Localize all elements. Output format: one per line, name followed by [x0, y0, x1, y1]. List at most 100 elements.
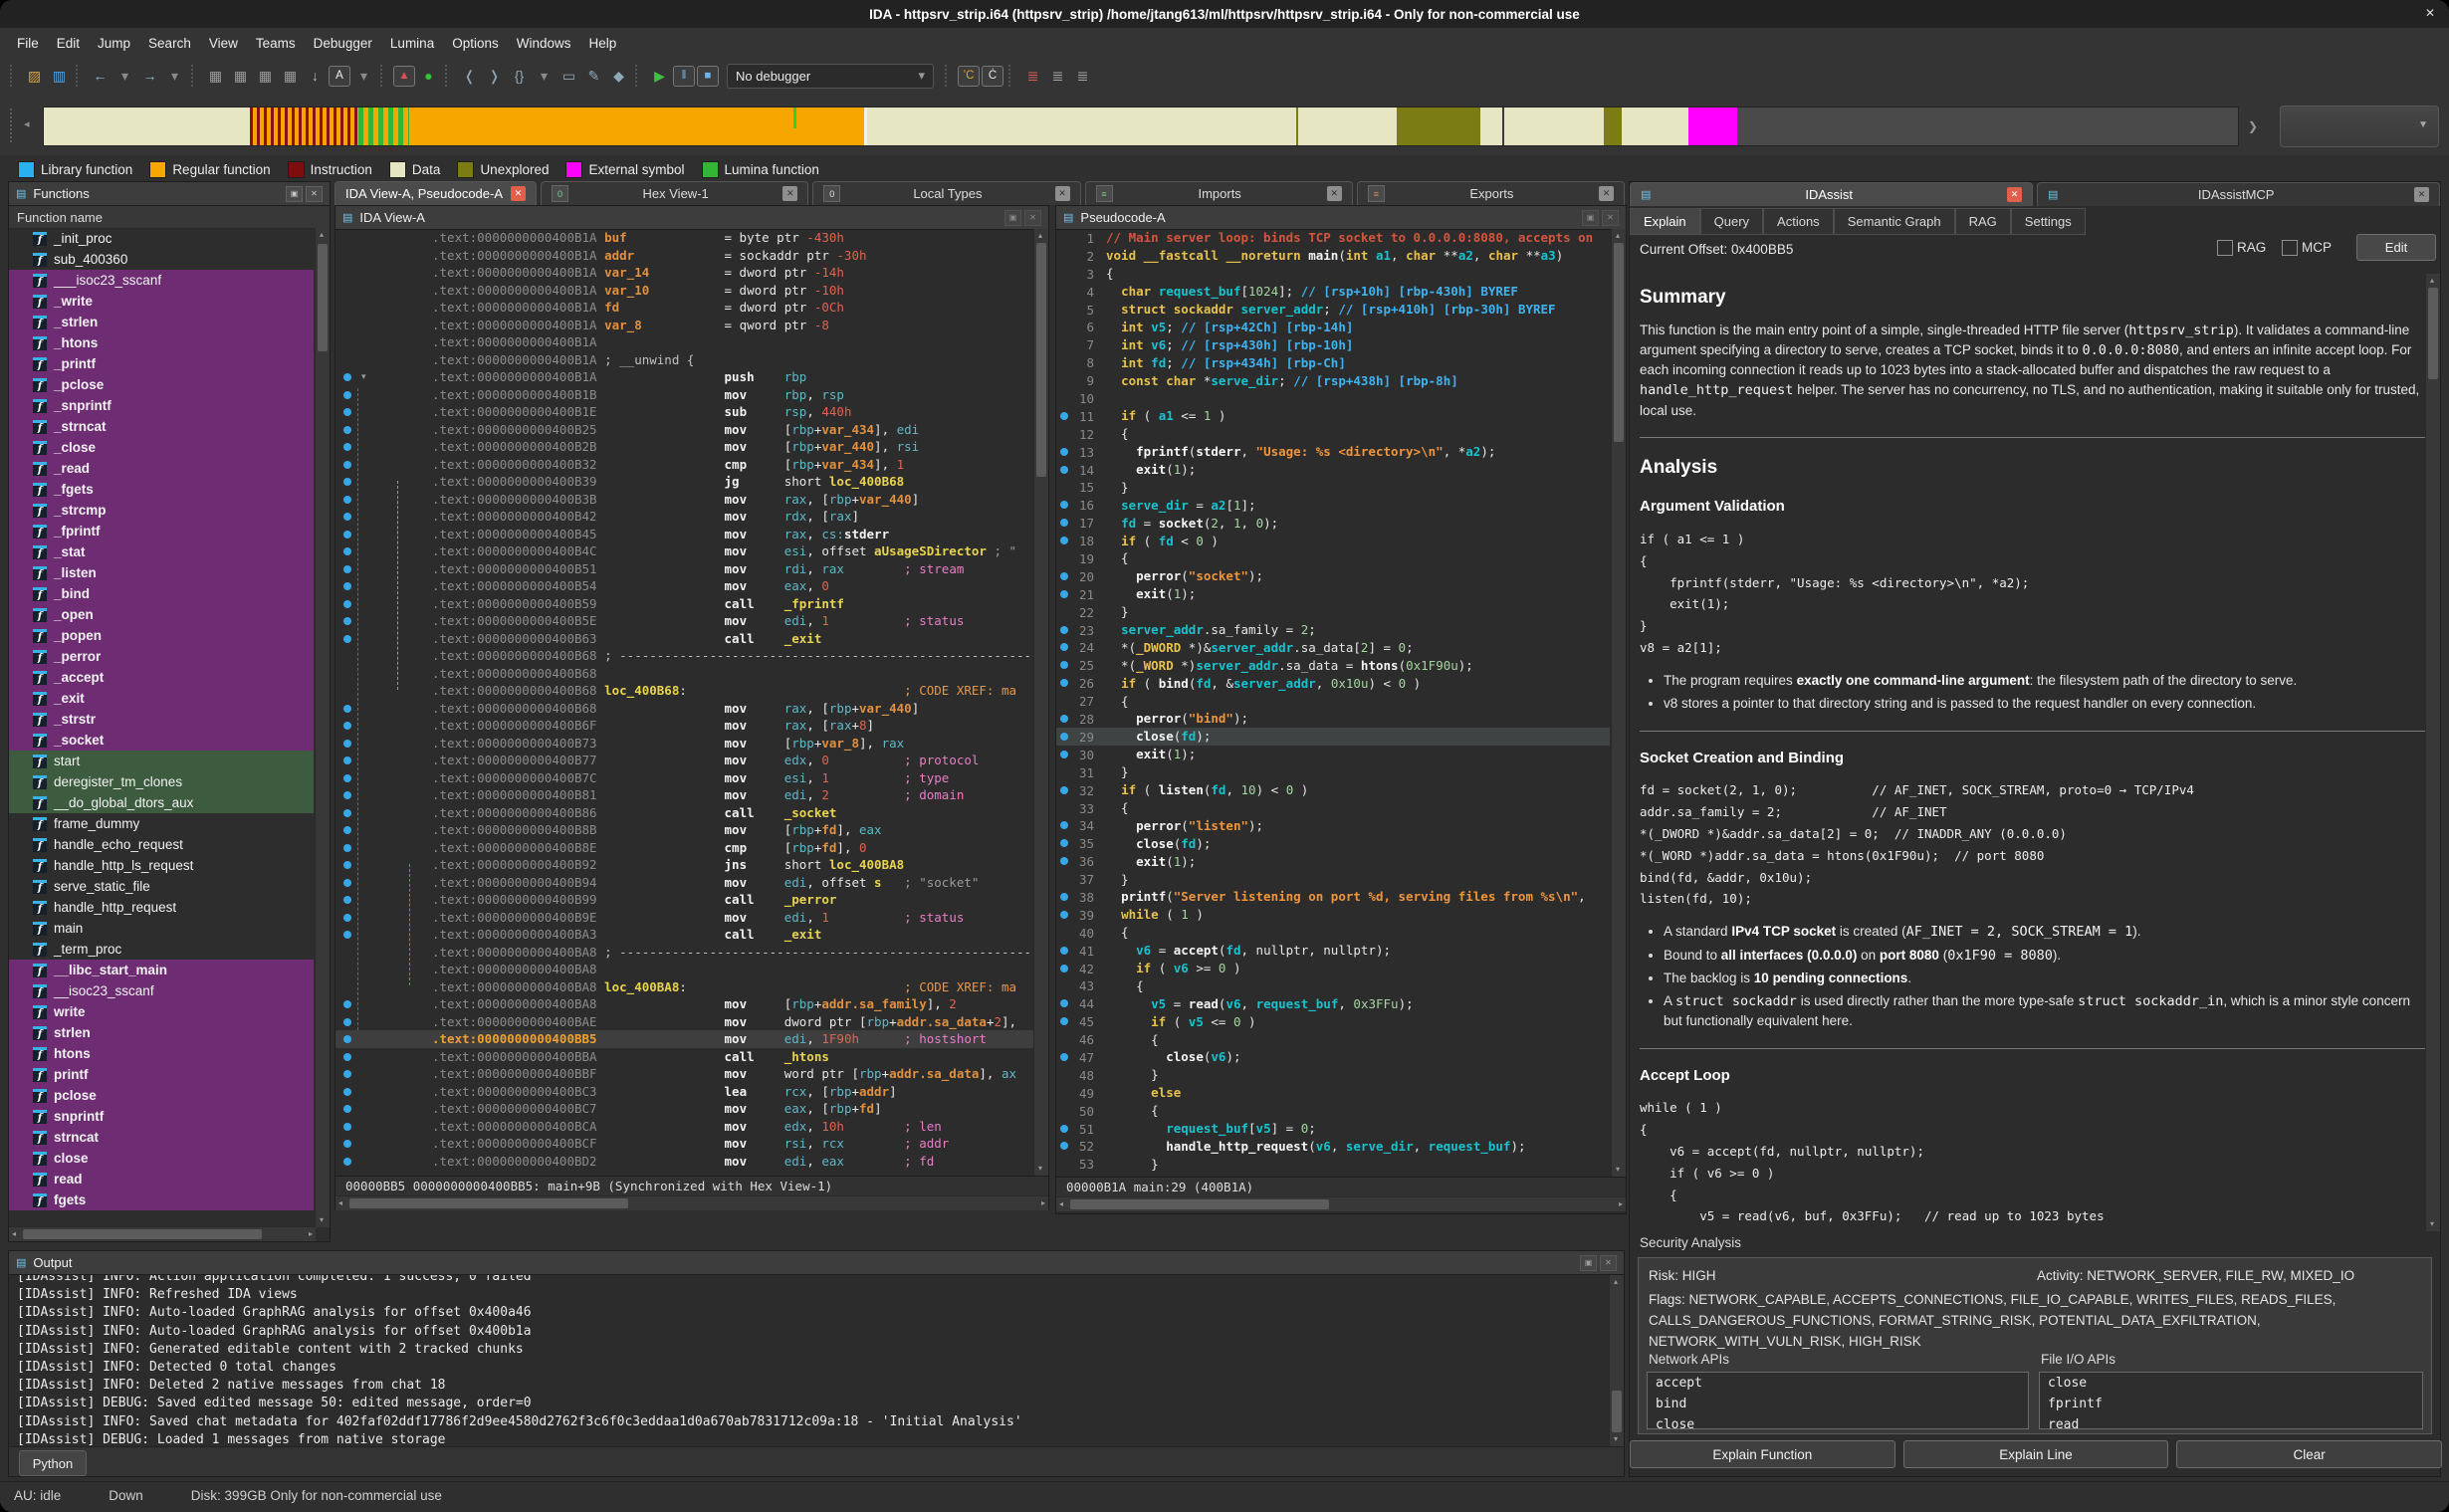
function-item[interactable]: f_strcmp	[9, 500, 314, 521]
api-list-item[interactable]: bind	[1648, 1394, 2028, 1414]
tab-exports[interactable]: ≡Exports✕	[1357, 181, 1625, 205]
subtab-semantic-graph[interactable]: Semantic Graph	[1834, 208, 1955, 235]
pseudocode-line[interactable]: 45 if ( v5 <= 0 )	[1056, 1012, 1610, 1030]
breakpoint-dot-icon[interactable]	[1060, 857, 1068, 865]
disasm-line[interactable]: .text:0000000000400B81 mov edi, 2 ; doma…	[335, 786, 1034, 804]
breakpoint-dot-icon[interactable]	[343, 774, 351, 782]
breakpoint-dot-icon[interactable]	[1060, 965, 1068, 972]
disasm-line[interactable]: .text:0000000000400B4C mov esi, offset a…	[335, 542, 1034, 560]
menu-jump[interactable]: Jump	[89, 32, 139, 55]
navigation-band[interactable]	[43, 107, 2239, 146]
breakpoint-dot-icon[interactable]	[1060, 643, 1068, 651]
api-list-item[interactable]: fprintf	[2040, 1394, 2422, 1414]
pseudocode-line[interactable]: 41 v6 = accept(fd, nullptr, nullptr);	[1056, 942, 1610, 960]
disasm-line[interactable]: .text:0000000000400BCA mov edx, 10h ; le…	[335, 1118, 1034, 1136]
lumina-icon[interactable]: ●	[417, 65, 440, 88]
breakpoint-dot-icon[interactable]	[1060, 466, 1068, 474]
disasm-line[interactable]: .text:0000000000400B1A var_10 = dword pt…	[335, 282, 1034, 300]
breakpoint-icon[interactable]: ▲	[393, 66, 415, 87]
pseudocode-line[interactable]: 3{	[1056, 265, 1610, 283]
disasm-line[interactable]: .text:0000000000400B45 mov rax, cs:stder…	[335, 526, 1034, 543]
disasm-line[interactable]: .text:0000000000400B86 call _socket	[335, 804, 1034, 822]
menu-file[interactable]: File	[8, 32, 48, 55]
breakpoint-dot-icon[interactable]	[343, 496, 351, 504]
function-item[interactable]: fhandle_http_request	[9, 897, 314, 918]
function-item[interactable]: f_init_proc	[9, 228, 314, 249]
disasm-line[interactable]: .text:0000000000400BAE mov dword ptr [rb…	[335, 1013, 1034, 1031]
breakpoint-dot-icon[interactable]	[1060, 661, 1068, 669]
pseudocode-line[interactable]: 46 {	[1056, 1030, 1610, 1048]
pseudocode-line[interactable]: 19 {	[1056, 549, 1610, 567]
breakpoint-dot-icon[interactable]	[343, 531, 351, 539]
function-item[interactable]: f__do_global_dtors_aux	[9, 792, 314, 813]
pseudocode-line[interactable]: 20 perror("socket");	[1056, 567, 1610, 585]
restore-icon[interactable]: ▣	[1004, 210, 1021, 226]
disasm-line[interactable]: .text:0000000000400B92 jns short loc_400…	[335, 856, 1034, 874]
pseudocode-line[interactable]: 13 fprintf(stderr, "Usage: %s <directory…	[1056, 443, 1610, 461]
network-apis-list[interactable]: acceptbindclose	[1647, 1372, 2029, 1429]
restore-icon[interactable]: ▣	[1582, 210, 1599, 226]
menu-options[interactable]: Options	[443, 32, 508, 55]
tab-close-icon[interactable]: ✕	[1599, 186, 1614, 201]
pseudocode-line[interactable]: 10	[1056, 389, 1610, 407]
breakpoint-dot-icon[interactable]	[343, 861, 351, 869]
pseudocode-line[interactable]: 44 v5 = read(v6, request_buf, 0x3FFu);	[1056, 994, 1610, 1012]
disasm-vertical-scrollbar[interactable]: ▴ ▾	[1033, 229, 1048, 1176]
api-list-item[interactable]: accept	[1648, 1373, 2028, 1394]
tab-close-icon[interactable]: ✕	[2414, 187, 2429, 202]
disasm-line[interactable]: .text:0000000000400BCF mov rsi, rcx ; ad…	[335, 1135, 1034, 1153]
breakpoint-dot-icon[interactable]	[343, 565, 351, 573]
function-item[interactable]: f__isoc23_sscanf	[9, 980, 314, 1001]
forward-menu-icon[interactable]: ▾	[163, 65, 186, 88]
function-item[interactable]: fsub_400360	[9, 249, 314, 270]
function-item[interactable]: f_bind	[9, 583, 314, 604]
breakpoint-dot-icon[interactable]	[1060, 590, 1068, 598]
menu-windows[interactable]: Windows	[508, 32, 580, 55]
disasm-line[interactable]: .text:0000000000400B59 call _fprintf	[335, 595, 1034, 613]
pseudocode-line[interactable]: 26 if ( bind(fd, &server_addr, 0x10u) < …	[1056, 674, 1610, 692]
breakpoint-dot-icon[interactable]	[343, 461, 351, 469]
pseudocode-line[interactable]: 5 struct sockaddr server_addr; // [rsp+4…	[1056, 301, 1610, 319]
disasm-line[interactable]: .text:0000000000400B54 mov eax, 0	[335, 577, 1034, 595]
pseudocode-line[interactable]: 53 }	[1056, 1155, 1610, 1173]
function-item[interactable]: f_perror	[9, 646, 314, 667]
disasm-line[interactable]: .text:0000000000400B77 mov edx, 0 ; prot…	[335, 752, 1034, 769]
function-item[interactable]: fpclose	[9, 1085, 314, 1106]
pseudocode-line[interactable]: 32 if ( listen(fd, 10) < 0 )	[1056, 781, 1610, 799]
function-item[interactable]: fstrlen	[9, 1022, 314, 1043]
restore-icon[interactable]: ▣	[286, 186, 303, 202]
disasm-line[interactable]: .text:0000000000400B1E sub rsp, 440h	[335, 403, 1034, 421]
function-item[interactable]: fclose	[9, 1148, 314, 1169]
breakpoint-dot-icon[interactable]	[343, 408, 351, 416]
breakpoint-dot-icon[interactable]	[1060, 715, 1068, 723]
function-item[interactable]: ffgets	[9, 1189, 314, 1210]
disasm-line[interactable]: .text:0000000000400B1A buf = byte ptr -4…	[335, 229, 1034, 247]
nav-drag-handle-icon[interactable]	[10, 108, 15, 142]
breakpoint-dot-icon[interactable]	[1060, 679, 1068, 687]
api-list-item[interactable]: close	[2040, 1373, 2422, 1394]
function-item[interactable]: f__libc_start_main	[9, 960, 314, 980]
breakpoint-dot-icon[interactable]	[1060, 412, 1068, 420]
text-a-menu-icon[interactable]: ▾	[352, 65, 375, 88]
function-item[interactable]: fwrite	[9, 1001, 314, 1022]
subtab-settings[interactable]: Settings	[2011, 208, 2086, 235]
quick-c-icon[interactable]: ʼC	[958, 66, 980, 87]
function-item[interactable]: f_htons	[9, 332, 314, 353]
disasm-line[interactable]: .text:0000000000400B25 mov [rbp+var_434]…	[335, 421, 1034, 439]
function-name-column-header[interactable]: Function name	[9, 206, 330, 229]
pseudocode-line[interactable]: 30 exit(1);	[1056, 746, 1610, 763]
sig-icon[interactable]: ▦	[254, 65, 277, 88]
breakpoint-dot-icon[interactable]	[1060, 501, 1068, 509]
disasm-line[interactable]: .text:0000000000400B42 mov rdx, [rax]	[335, 508, 1034, 526]
pseudocode-line[interactable]: 47 close(v6);	[1056, 1048, 1610, 1066]
disasm-line[interactable]: .text:0000000000400BC3 lea rcx, [rbp+add…	[335, 1083, 1034, 1101]
tab-local-types[interactable]: 0Local Types✕	[812, 181, 1080, 205]
breakpoint-dot-icon[interactable]	[343, 373, 351, 381]
jump-icon[interactable]: ↓	[304, 65, 327, 88]
subtab-rag[interactable]: RAG	[1955, 208, 2011, 235]
pseudocode-line[interactable]: 4 char request_buf[1024]; // [rsp+10h] […	[1056, 283, 1610, 301]
disasm-line[interactable]: .text:0000000000400B99 call _perror	[335, 891, 1034, 909]
pseudocode-line[interactable]: 6 int v5; // [rsp+42Ch] [rbp-14h]	[1056, 318, 1610, 335]
menu-view[interactable]: View	[200, 32, 247, 55]
breakpoint-dot-icon[interactable]	[1060, 1142, 1068, 1150]
